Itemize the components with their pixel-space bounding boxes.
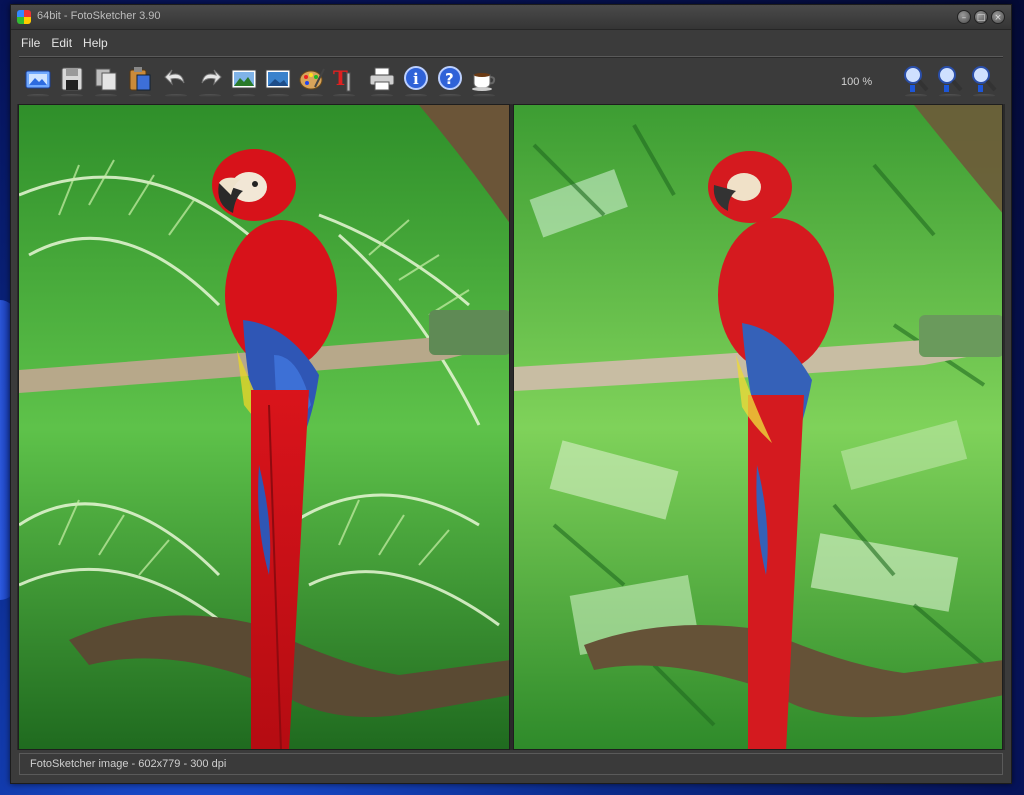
drawing-parameters-button[interactable]	[297, 65, 327, 97]
coffee-donate-icon	[472, 73, 496, 91]
open-image-button[interactable]	[23, 65, 53, 97]
zoom-in-icon	[904, 66, 929, 92]
info-icon: i	[404, 66, 428, 90]
redo-button[interactable]	[195, 65, 225, 97]
window-title: 64bit - FotoSketcher 3.90	[37, 10, 161, 22]
paste-button[interactable]	[125, 65, 155, 97]
app-logo-icon	[17, 10, 31, 24]
maximize-button[interactable]: □	[974, 10, 988, 24]
copy-button[interactable]	[91, 65, 121, 97]
original-image-button[interactable]	[229, 65, 259, 97]
undo-button[interactable]	[161, 65, 191, 97]
help-icon: ?	[438, 66, 462, 90]
zoom-reset-icon	[938, 66, 963, 92]
menu-edit[interactable]: Edit	[51, 36, 72, 50]
load-image-icon	[231, 69, 257, 89]
menu-file[interactable]: File	[21, 36, 40, 50]
svg-text:i: i	[413, 70, 419, 88]
help-button[interactable]: ?	[435, 65, 465, 97]
zoom-out-icon	[972, 66, 997, 92]
copy-icon	[95, 68, 117, 91]
sketched-image-pane[interactable]	[513, 104, 1003, 750]
zoom-in-button[interactable]	[901, 65, 931, 97]
svg-text:?: ?	[445, 70, 454, 88]
palette-icon	[299, 68, 325, 90]
image-settings-icon	[265, 69, 291, 89]
menu-bar: File Edit Help	[11, 30, 1011, 56]
zoom-reset-button[interactable]	[935, 65, 965, 97]
image-panes	[17, 104, 1005, 750]
sketched-image-button[interactable]	[263, 65, 293, 97]
save-icon	[61, 67, 83, 91]
text-tool-icon: T	[333, 66, 351, 92]
zoom-level: 100 %	[841, 76, 873, 88]
info-button[interactable]: i	[401, 65, 431, 97]
add-text-button[interactable]: T	[329, 65, 359, 97]
zoom-out-button[interactable]	[969, 65, 999, 97]
toolbar: T i ? 100 %	[11, 59, 1011, 103]
minimize-button[interactable]: –	[957, 10, 971, 24]
open-image-icon	[25, 70, 51, 89]
menu-separator	[19, 56, 1003, 58]
print-button[interactable]	[367, 65, 397, 97]
close-button[interactable]: ×	[991, 10, 1005, 24]
donate-button[interactable]	[469, 65, 499, 97]
print-icon	[369, 67, 395, 91]
painted-parrot-image	[514, 105, 1002, 749]
paste-icon	[129, 67, 151, 91]
status-text: FotoSketcher image - 602x779 - 300 dpi	[30, 758, 227, 770]
redo-icon	[201, 69, 222, 86]
save-button[interactable]	[57, 65, 87, 97]
status-bar: FotoSketcher image - 602x779 - 300 dpi	[19, 753, 1003, 775]
app-window: 64bit - FotoSketcher 3.90 – □ × File Edi…	[10, 4, 1012, 784]
undo-icon	[164, 69, 185, 86]
svg-text:T: T	[333, 66, 348, 90]
original-parrot-image	[19, 105, 509, 749]
title-bar[interactable]: 64bit - FotoSketcher 3.90 – □ ×	[11, 5, 1011, 30]
original-image-pane[interactable]	[18, 104, 510, 750]
menu-help[interactable]: Help	[83, 36, 108, 50]
